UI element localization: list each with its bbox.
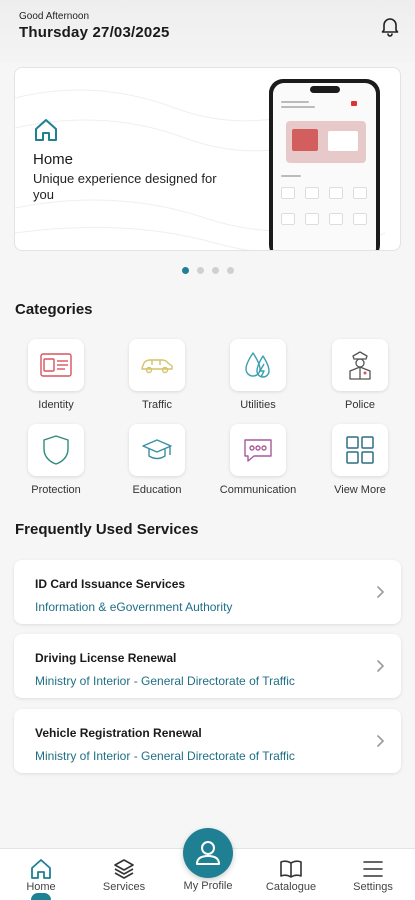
service-provider: Information & eGovernment Authority [35,600,233,614]
categories-title: Categories [15,301,93,318]
category-label: Traffic [142,399,172,411]
nav-label: Home [26,881,56,893]
chat-icon [244,439,272,462]
banner-subtitle: Unique experience designed for you [33,171,217,202]
car-icon [141,359,173,374]
utilities-icon [245,352,270,378]
user-icon [196,841,220,865]
phone-mockup-image [269,79,380,250]
carousel-dot[interactable] [227,267,234,274]
promo-banner[interactable]: Home Unique experience designed for you [14,67,401,251]
service-provider: Ministry of Interior - General Directora… [35,749,295,763]
book-icon [280,860,302,878]
services-title: Frequently Used Services [15,521,199,538]
service-title: ID Card Issuance Services [35,577,186,591]
carousel-dot[interactable] [197,267,204,274]
greeting-text: Good Afternoon [19,11,90,22]
service-provider: Ministry of Interior - General Directora… [35,674,295,688]
nav-settings[interactable]: Settings [332,849,414,900]
nav-label-my-profile[interactable]: My Profile [170,880,246,892]
service-card[interactable]: Vehicle Registration Renewal Ministry of… [14,709,401,773]
service-card[interactable]: ID Card Issuance Services Information & … [14,560,401,624]
service-title: Driving License Renewal [35,651,177,665]
nav-services[interactable]: Services [83,849,165,900]
service-title: Vehicle Registration Renewal [35,726,202,740]
home-icon [35,119,57,141]
carousel-dot[interactable] [182,267,189,274]
category-label: Police [345,399,375,411]
police-icon [349,351,371,380]
chevron-right-icon [377,660,385,672]
carousel-dot[interactable] [212,267,219,274]
header: Good Afternoon Thursday 27/03/2025 [0,0,415,62]
chevron-right-icon [377,735,385,747]
banner-title: Home [33,151,74,168]
category-label: View More [334,484,386,496]
nav-label: Catalogue [265,881,317,893]
active-tab-indicator [31,893,51,900]
nav-label: Settings [353,881,393,893]
category-label: Utilities [240,399,276,411]
graduation-cap-icon [142,439,172,460]
id-card-icon [40,353,72,377]
nav-catalogue[interactable]: Catalogue [250,849,332,900]
nav-label: Services [102,881,146,893]
layers-icon [114,859,134,879]
category-label: Education [132,484,182,496]
grid-icon [346,436,374,464]
menu-icon [363,861,383,877]
home-icon [31,859,51,879]
chevron-right-icon [377,586,385,598]
profile-button[interactable] [183,828,233,878]
date-text: Thursday 27/03/2025 [19,24,170,41]
shield-icon [43,435,69,465]
category-label: Protection [31,484,81,496]
service-card[interactable]: Driving License Renewal Ministry of Inte… [14,634,401,698]
bell-icon[interactable] [378,14,402,38]
category-label: Identity [38,399,74,411]
category-label: Communication [219,484,297,496]
